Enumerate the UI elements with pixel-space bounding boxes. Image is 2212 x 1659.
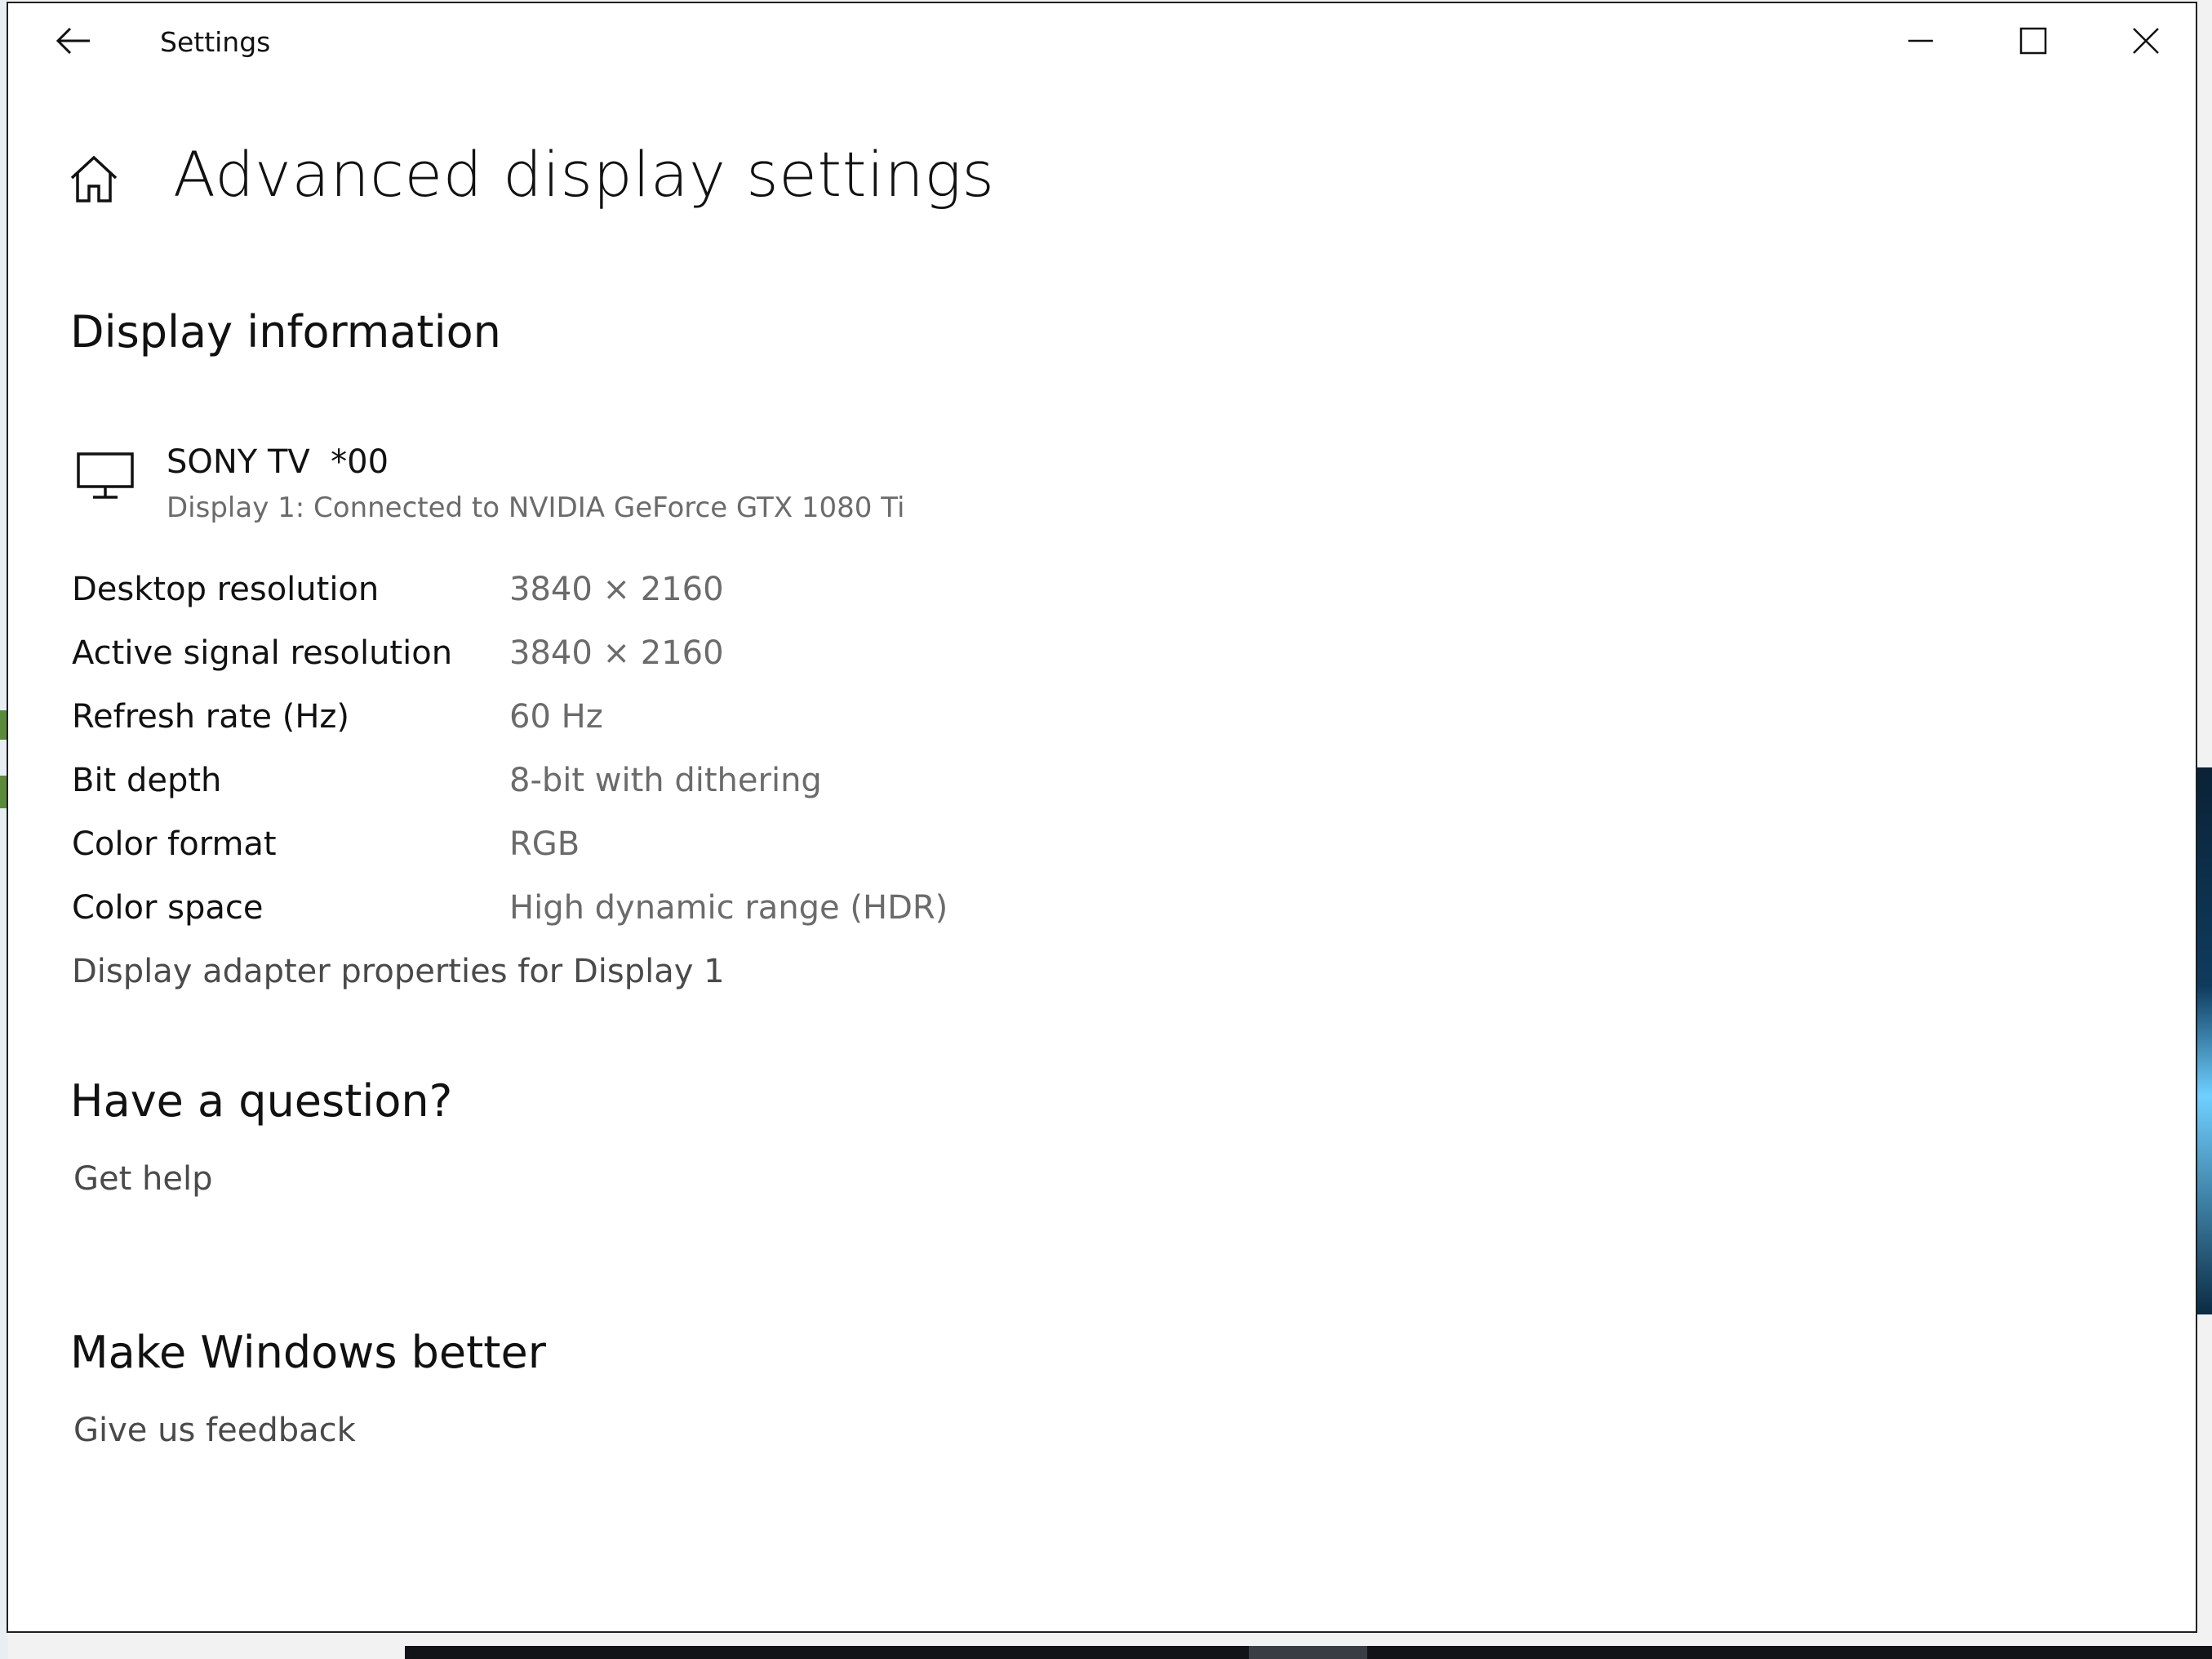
background-desktop-fragment <box>0 776 7 808</box>
have-a-question-heading: Have a question? <box>70 1075 453 1127</box>
background-desktop-right <box>2196 767 2212 1314</box>
back-button[interactable] <box>44 21 103 64</box>
taskbar-segment <box>1249 1646 1367 1659</box>
info-row-color-space: Color space High dynamic range (HDR) <box>72 883 1051 932</box>
info-label: Bit depth <box>72 762 222 799</box>
background-desktop-fragment <box>0 710 7 740</box>
info-label: Color space <box>72 889 264 927</box>
info-label: Active signal resolution <box>72 634 453 672</box>
info-label: Desktop resolution <box>72 571 380 608</box>
info-label: Color format <box>72 825 277 863</box>
monitor-icon <box>75 451 137 500</box>
info-row-color-format: Color format RGB <box>72 820 1051 869</box>
info-row-refresh-rate: Refresh rate (Hz) 60 Hz <box>72 692 1051 741</box>
display-information-heading: Display information <box>70 306 501 358</box>
maximize-button[interactable] <box>1988 13 2078 72</box>
info-value: 8-bit with dithering <box>509 762 822 799</box>
make-windows-better-heading: Make Windows better <box>70 1327 546 1378</box>
info-row-desktop-resolution: Desktop resolution 3840 × 2160 <box>72 565 1051 614</box>
display-name: SONY TV *00 <box>167 443 389 481</box>
screen: Settings Advanced display settings Displ… <box>0 0 2212 1659</box>
minimize-icon <box>1907 27 1934 58</box>
info-row-active-signal-resolution: Active signal resolution 3840 × 2160 <box>72 629 1051 678</box>
home-button[interactable] <box>67 152 121 206</box>
display-adapter-properties-link[interactable]: Display adapter properties for Display 1 <box>72 947 725 996</box>
info-value: 3840 × 2160 <box>509 571 724 608</box>
maximize-icon <box>2019 27 2047 58</box>
home-icon <box>67 155 121 209</box>
minimize-button[interactable] <box>1876 13 1965 72</box>
info-value: RGB <box>509 825 580 863</box>
info-value: 60 Hz <box>509 698 603 736</box>
window-title: Settings <box>160 26 271 58</box>
display-connection: Display 1: Connected to NVIDIA GeForce G… <box>167 491 905 524</box>
info-value: High dynamic range (HDR) <box>509 889 948 927</box>
info-label: Refresh rate (Hz) <box>72 698 350 736</box>
back-arrow-icon <box>56 26 91 59</box>
page-title: Advanced display settings <box>173 138 995 211</box>
settings-window: Settings Advanced display settings Displ… <box>7 2 2197 1633</box>
title-bar: Settings <box>8 3 2196 82</box>
close-icon <box>2132 27 2160 58</box>
give-us-feedback-link[interactable]: Give us feedback <box>73 1406 356 1455</box>
info-value: 3840 × 2160 <box>509 634 724 672</box>
close-button[interactable] <box>2101 13 2191 72</box>
info-row-bit-depth: Bit depth 8-bit with dithering <box>72 756 1051 805</box>
get-help-link[interactable]: Get help <box>73 1154 212 1203</box>
